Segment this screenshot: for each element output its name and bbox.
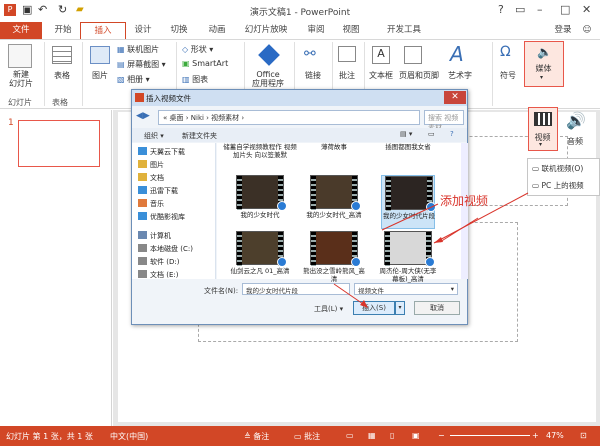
notes-label: 备注	[253, 432, 270, 441]
annotation-arrows	[333, 192, 529, 308]
comments-label: 批注	[304, 432, 321, 441]
normal-view-icon[interactable]: ▭	[346, 431, 354, 440]
zoom-slider[interactable]	[450, 435, 530, 436]
comments-button[interactable]: ▭ 批注	[294, 431, 320, 442]
arrowhead	[434, 237, 443, 243]
arrowhead	[360, 300, 368, 308]
language[interactable]: 中文(中国)	[110, 431, 148, 442]
slide-info: 幻灯片 第 1 张，共 1 张	[6, 432, 93, 441]
arrow-line	[433, 192, 529, 244]
zoom-level[interactable]: 47%	[546, 431, 564, 440]
reading-view-icon[interactable]: ▯	[390, 431, 394, 440]
arrow-line	[381, 203, 439, 231]
zoom-in-icon[interactable]: +	[532, 431, 539, 440]
arrow-line	[333, 283, 367, 307]
status-bar: 幻灯片 第 1 张，共 1 张 中文(中国) ≜ 备注 ▭ 批注 ▭ ▦ ▯ ▣…	[0, 426, 600, 446]
slideshow-icon[interactable]: ▣	[412, 431, 420, 440]
zoom-out-icon[interactable]: −	[438, 431, 445, 440]
fit-slide-icon[interactable]: ⊡	[580, 431, 587, 440]
slide-sorter-icon[interactable]: ▦	[368, 431, 376, 440]
notes-button[interactable]: ≜ 备注	[244, 431, 269, 442]
